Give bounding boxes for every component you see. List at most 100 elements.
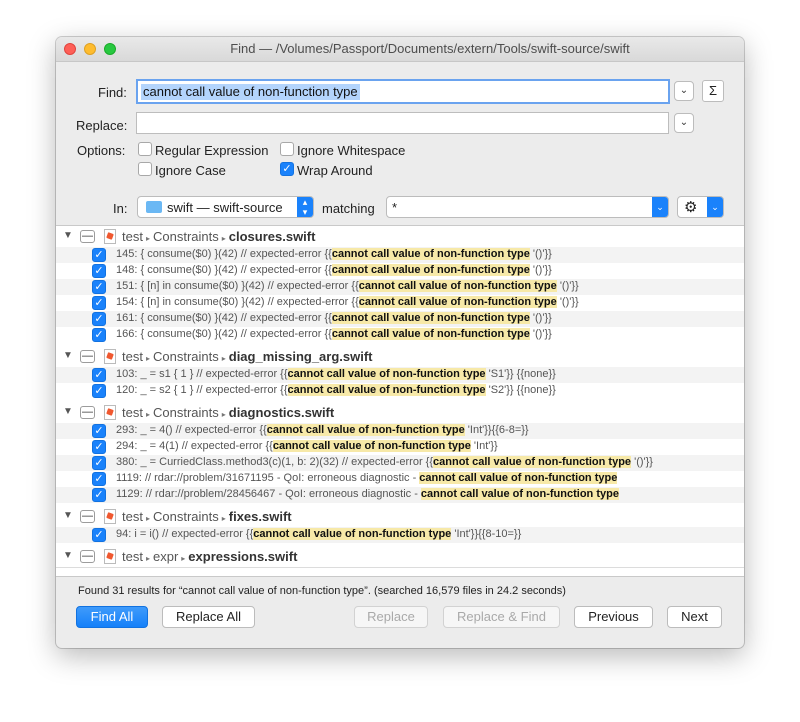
swift-file-icon xyxy=(104,509,116,524)
replace-history-button[interactable]: ⌄ xyxy=(674,113,694,133)
replace-field[interactable] xyxy=(136,112,669,134)
matching-label: matching xyxy=(322,201,375,216)
match-checkbox[interactable]: ✓ xyxy=(92,456,106,470)
file-mixed-checkbox[interactable]: — xyxy=(80,510,95,523)
match-checkbox[interactable]: ✓ xyxy=(92,368,106,382)
match-suffix: '()'}} xyxy=(556,280,579,292)
result-match-row[interactable]: ✓ 380: _ = CurriedClass.method3(c)(1, b: … xyxy=(56,455,744,471)
file-path: test ▸ Constraints ▸ closures.swift xyxy=(122,229,315,244)
regex-checkbox[interactable] xyxy=(138,142,152,156)
result-match-row[interactable]: ✓ 1129: // rdar://problem/28456467 - QoI:… xyxy=(56,487,744,503)
disclosure-triangle-icon[interactable]: ▼ xyxy=(63,550,73,561)
match-checkbox[interactable]: ✓ xyxy=(92,312,106,326)
find-field[interactable]: cannot call value of non-function type xyxy=(136,79,670,104)
result-match-row[interactable]: ✓ 94: i = i() // expected-error {{cannot … xyxy=(56,527,744,543)
result-match-row[interactable]: ✓ 1119: // rdar://problem/31671195 - QoI:… xyxy=(56,471,744,487)
next-button[interactable]: Next xyxy=(667,606,722,628)
result-match-row[interactable]: ✓ 103: _ = s1 { 1 } // expected-error {{c… xyxy=(56,367,744,383)
match-checkbox[interactable]: ✓ xyxy=(92,264,106,278)
regex-option-label: Regular Expression xyxy=(155,143,269,158)
replace-all-button[interactable]: Replace All xyxy=(162,606,255,628)
disclosure-triangle-icon[interactable]: ▼ xyxy=(63,406,73,417)
file-name: diag_missing_arg.swift xyxy=(228,349,373,364)
disclosure-triangle-icon[interactable]: ▼ xyxy=(63,510,73,521)
wrap-around-checkbox[interactable]: ✓ xyxy=(280,162,294,176)
result-match-row[interactable]: ✓ 145: { consume($0) }(42) // expected-er… xyxy=(56,247,744,263)
result-file-row[interactable]: ▼ — test ▸ Constraints ▸ diagnostics.swift xyxy=(56,403,744,424)
disclosure-triangle-icon[interactable]: ▼ xyxy=(63,230,73,241)
path-dir: expr xyxy=(152,549,179,564)
updown-arrows-icon: ▴ ▾ xyxy=(297,197,313,217)
match-prefix: 1119: // rdar://problem/31671195 - QoI: … xyxy=(116,472,420,484)
file-path: test ▸ expr ▸ expressions.swift xyxy=(122,549,297,564)
match-highlight: cannot call value of non-function type xyxy=(331,328,530,340)
find-all-button[interactable]: Find All xyxy=(76,606,148,628)
path-separator-icon: ▸ xyxy=(145,410,150,419)
find-history-button[interactable]: ⌄ xyxy=(674,81,694,101)
match-checkbox[interactable]: ✓ xyxy=(92,384,106,398)
results-list[interactable]: ▼ — test ▸ Constraints ▸ closures.swift ✓ 145: {… xyxy=(56,225,744,577)
path-dir: test xyxy=(122,549,143,564)
match-checkbox[interactable]: ✓ xyxy=(92,424,106,438)
result-file-row[interactable]: ▼ — test ▸ expr ▸ expressions.swift xyxy=(56,547,744,568)
match-highlight: cannot call value of non-function type xyxy=(331,264,530,276)
file-name: closures.swift xyxy=(228,229,316,244)
result-file-row[interactable]: ▼ — test ▸ Constraints ▸ fixes.swift xyxy=(56,507,744,528)
file-mixed-checkbox[interactable]: — xyxy=(80,350,95,363)
result-match-row[interactable]: ✓ 161: { consume($0) }(42) // expected-er… xyxy=(56,311,744,327)
result-match-row[interactable]: ✓ 154: { [n] in consume($0) }(42) // expe… xyxy=(56,295,744,311)
result-match-row[interactable]: ✓ 166: { consume($0) }(42) // expected-er… xyxy=(56,327,744,343)
match-highlight: cannot call value of non-function type xyxy=(266,424,465,436)
minimize-button[interactable] xyxy=(84,43,96,55)
chevron-down-icon: ⌄ xyxy=(707,197,723,217)
match-checkbox[interactable]: ✓ xyxy=(92,528,106,542)
result-file-row[interactable]: ▼ — test ▸ Constraints ▸ diag_missing_arg.swif… xyxy=(56,347,744,368)
path-separator-icon: ▸ xyxy=(145,514,150,523)
result-match-row[interactable]: ✓ 148: { consume($0) }(42) // expected-er… xyxy=(56,263,744,279)
multi-file-search-button[interactable]: Σ xyxy=(702,80,724,102)
result-match-row[interactable]: ✓ 151: { [n] in consume($0) }(42) // expe… xyxy=(56,279,744,295)
match-line: 151: { [n] in consume($0) }(42) // expec… xyxy=(116,280,579,292)
result-match-row[interactable]: ✓ 120: _ = s2 { 1 } // expected-error {{c… xyxy=(56,383,744,399)
match-checkbox[interactable]: ✓ xyxy=(92,440,106,454)
replace-button[interactable]: Replace xyxy=(354,606,428,628)
match-suffix: 'S2'}} {{none}} xyxy=(485,384,556,396)
file-pattern-combo[interactable]: * ⌄ xyxy=(386,196,669,218)
zoom-button[interactable] xyxy=(104,43,116,55)
match-checkbox[interactable]: ✓ xyxy=(92,248,106,262)
match-highlight: cannot call value of non-function type xyxy=(331,312,530,324)
match-checkbox[interactable]: ✓ xyxy=(92,472,106,486)
file-path: test ▸ Constraints ▸ fixes.swift xyxy=(122,509,292,524)
file-mixed-checkbox[interactable]: — xyxy=(80,406,95,419)
search-folder-label: swift — swift-source xyxy=(167,200,283,215)
match-suffix: '()'}} xyxy=(529,264,552,276)
result-match-row[interactable]: ✓ 293: _ = 4() // expected-error {{cannot… xyxy=(56,423,744,439)
ignore-case-checkbox[interactable] xyxy=(138,162,152,176)
match-suffix: '()'}} xyxy=(529,312,552,324)
ignore-case-option-label: Ignore Case xyxy=(155,163,226,178)
match-highlight: cannot call value of non-function type xyxy=(253,528,452,540)
match-highlight: cannot call value of non-function type xyxy=(358,296,557,308)
match-checkbox[interactable]: ✓ xyxy=(92,488,106,502)
match-suffix: '()'}} xyxy=(631,456,653,468)
find-field-value: cannot call value of non-function type xyxy=(141,84,360,100)
previous-button[interactable]: Previous xyxy=(574,606,653,628)
search-folder-popup[interactable]: swift — swift-source ▴ ▾ xyxy=(137,196,314,218)
file-mixed-checkbox[interactable]: — xyxy=(80,550,95,563)
find-label: Find: xyxy=(98,85,127,100)
disclosure-triangle-icon[interactable]: ▼ xyxy=(63,350,73,361)
replace-and-find-button[interactable]: Replace & Find xyxy=(443,606,560,628)
result-match-row[interactable]: ✓ 294: _ = 4(1) // expected-error {{canno… xyxy=(56,439,744,455)
path-dir: test xyxy=(122,229,143,244)
result-file-row[interactable]: ▼ — test ▸ Constraints ▸ closures.swift xyxy=(56,227,744,248)
match-suffix: 'Int'}}{{8-10=}} xyxy=(451,528,522,540)
match-checkbox[interactable]: ✓ xyxy=(92,296,106,310)
path-separator-icon: ▸ xyxy=(221,234,226,243)
match-checkbox[interactable]: ✓ xyxy=(92,328,106,342)
match-checkbox[interactable]: ✓ xyxy=(92,280,106,294)
ignore-whitespace-checkbox[interactable] xyxy=(280,142,294,156)
file-mixed-checkbox[interactable]: — xyxy=(80,230,95,243)
search-settings-button[interactable]: ⚙ ⌄ xyxy=(677,196,724,218)
path-dir: test xyxy=(122,349,143,364)
close-button[interactable] xyxy=(64,43,76,55)
